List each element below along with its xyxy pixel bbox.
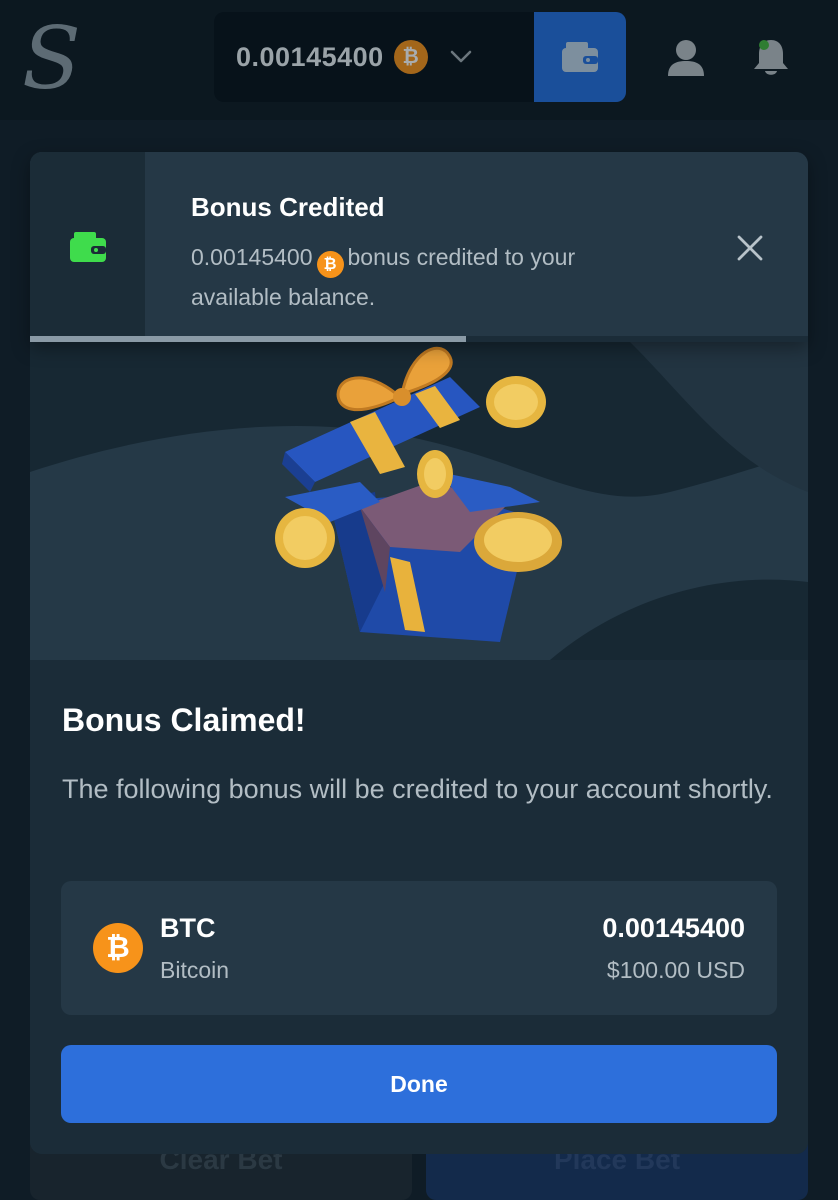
bonus-credited-toast: Bonus Credited 0.00145400 ₿ bonus credited…: [30, 152, 808, 342]
wallet-icon: [562, 42, 598, 72]
done-button[interactable]: Done: [61, 1045, 777, 1123]
toast-progress-track: [30, 336, 808, 342]
chevron-down-icon[interactable]: [450, 46, 472, 68]
modal-title: Bonus Claimed!: [62, 702, 306, 738]
reward-currency-name: Bitcoin: [160, 957, 230, 983]
toast-icon-column: [30, 152, 145, 342]
toast-title: Bonus Credited: [191, 192, 385, 222]
modal-description: The following bonus will be credited to …: [62, 774, 773, 804]
bitcoin-icon: ₿: [393, 40, 428, 74]
top-bar: S 0.00145400 ₿: [0, 0, 838, 120]
wallet-icon: [69, 232, 106, 262]
reward-amount: 0.00145400: [602, 913, 745, 943]
balance-value: 0.00145400: [236, 41, 384, 72]
bitcoin-icon: ₿: [316, 251, 344, 278]
toast-amount: 0.00145400: [191, 244, 313, 270]
bell-icon[interactable]: [750, 36, 792, 78]
bitcoin-icon: ₿: [93, 923, 143, 973]
close-icon[interactable]: [730, 228, 770, 268]
gift-box-illustration: [30, 342, 808, 660]
site-logo[interactable]: S: [22, 14, 82, 104]
reward-usd-value: $100.00 USD: [606, 957, 745, 983]
toast-progress-fill: [30, 336, 466, 342]
bonus-reward-card: ₿ BTC Bitcoin 0.00145400 $100.00 USD: [61, 881, 777, 1015]
user-icon[interactable]: [666, 38, 706, 78]
wallet-button[interactable]: [534, 12, 626, 102]
modal-content: Bonus Claimed! The following bonus will …: [30, 660, 808, 1154]
balance-selector[interactable]: 0.00145400 ₿: [214, 12, 536, 102]
reward-currency-code: BTC: [160, 913, 216, 943]
toast-message: 0.00145400 ₿ bonus credited to your availa…: [191, 238, 641, 317]
